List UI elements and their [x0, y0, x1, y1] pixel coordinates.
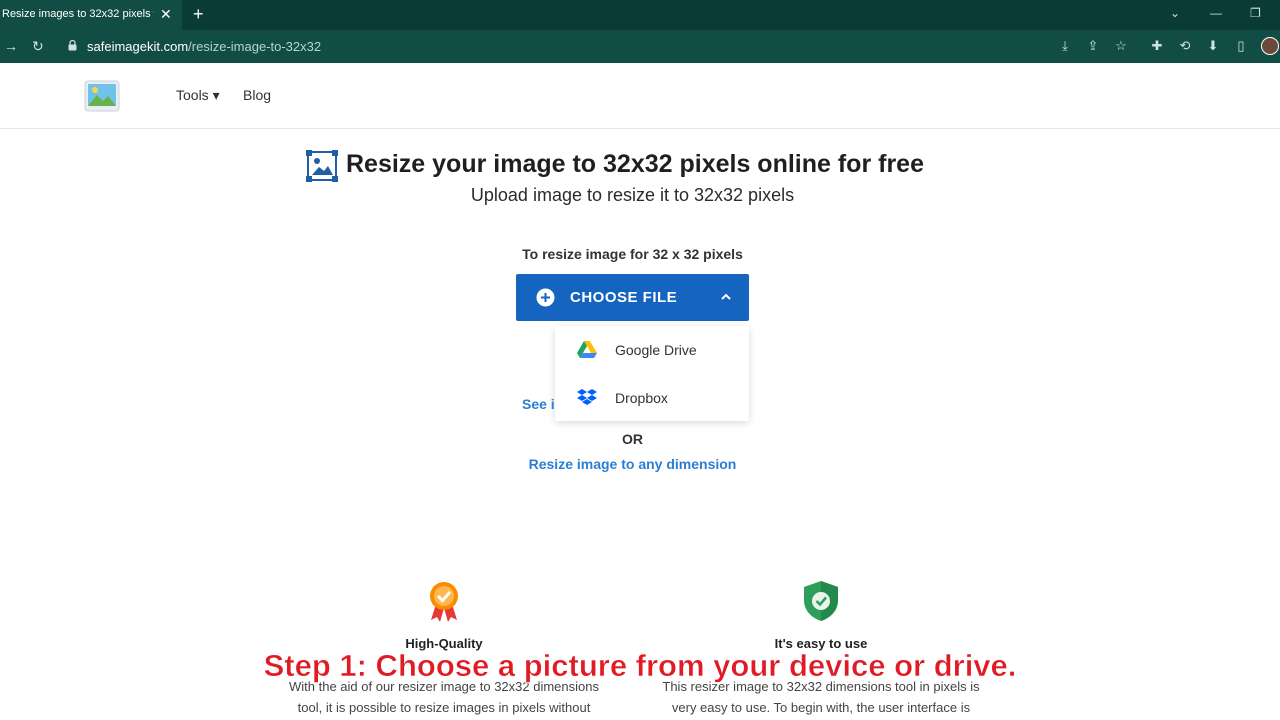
upload-source-dropdown: Google Drive Dropbox [555, 326, 749, 421]
forward-icon[interactable]: → [4, 38, 18, 54]
video-caption-overlay: Step 1: Choose a picture from your devic… [263, 648, 1017, 684]
dropdown-item-google-drive[interactable]: Google Drive [555, 326, 749, 372]
side-panel-icon[interactable]: ▯ [1232, 37, 1250, 55]
choose-file-label: CHOOSE FILE [570, 289, 678, 306]
page-subtitle: Upload image to resize it to 32x32 pixel… [470, 185, 795, 205]
maximize-icon[interactable]: ❐ [1250, 6, 1261, 20]
bookmark-star-icon[interactable]: ☆ [1112, 37, 1130, 55]
profile-avatar[interactable] [1261, 37, 1279, 55]
minimize-icon[interactable]: — [1210, 6, 1222, 20]
browser-tab-active[interactable]: Resize images to 32x32 pixels wi ✕ [0, 0, 182, 30]
dropdown-label: Dropbox [615, 390, 668, 406]
url-domain: safeimagekit.com [87, 39, 189, 54]
site-logo-icon[interactable] [83, 79, 121, 113]
tab-close-icon[interactable]: ✕ [160, 6, 172, 23]
award-ribbon-icon [430, 582, 458, 622]
resize-any-dimension-link[interactable]: Resize image to any dimension [0, 456, 1265, 472]
new-tab-icon[interactable]: + [193, 4, 204, 25]
url-field[interactable]: safeimagekit.com/resize-image-to-32x32 [87, 39, 321, 54]
dropdown-item-dropbox[interactable]: Dropbox [555, 374, 749, 420]
google-drive-icon [577, 341, 597, 358]
address-bar-row: → ↻ safeimagekit.com/resize-image-to-32x… [0, 30, 1280, 63]
feature-text-line: very easy to use. To begin with, the use… [671, 700, 971, 715]
tab-search-icon[interactable]: ⌄ [1170, 6, 1180, 20]
page-title: Resize your image to 32x32 pixels online… [346, 150, 924, 178]
see-link[interactable]: See i [522, 396, 555, 412]
reload-icon[interactable]: ↻ [32, 38, 44, 55]
chevron-up-icon[interactable] [720, 291, 732, 303]
browser-tab-bar: Resize images to 32x32 pixels wi ✕ + ⌄ —… [0, 0, 1280, 30]
nav-tools-dropdown[interactable]: Tools ▾ [176, 87, 220, 104]
extensions-icon[interactable]: ✚ [1148, 37, 1166, 55]
dropbox-icon [577, 389, 597, 405]
downloads-icon[interactable]: ⬇ [1204, 37, 1222, 55]
resize-label: To resize image for 32 x 32 pixels [522, 246, 743, 262]
feature-text-line: tool, it is possible to resize images in… [297, 700, 591, 715]
or-divider: OR [622, 431, 643, 447]
sync-icon[interactable]: ⟲ [1176, 37, 1194, 55]
site-header: Tools ▾ Blog [0, 63, 1280, 129]
install-app-icon[interactable]: ⤓ [1056, 37, 1074, 55]
dropdown-label: Google Drive [615, 342, 697, 358]
lock-icon[interactable] [68, 40, 77, 51]
choose-file-button[interactable]: CHOOSE FILE [516, 274, 749, 321]
resize-image-icon [306, 150, 338, 182]
url-path: /resize-image-to-32x32 [188, 39, 322, 54]
tab-title: Resize images to 32x32 pixels wi [2, 8, 154, 20]
share-icon[interactable]: ⇪ [1084, 37, 1102, 55]
plus-circle-icon [536, 288, 555, 307]
nav-blog-link[interactable]: Blog [243, 87, 271, 103]
shield-check-icon [804, 581, 838, 621]
